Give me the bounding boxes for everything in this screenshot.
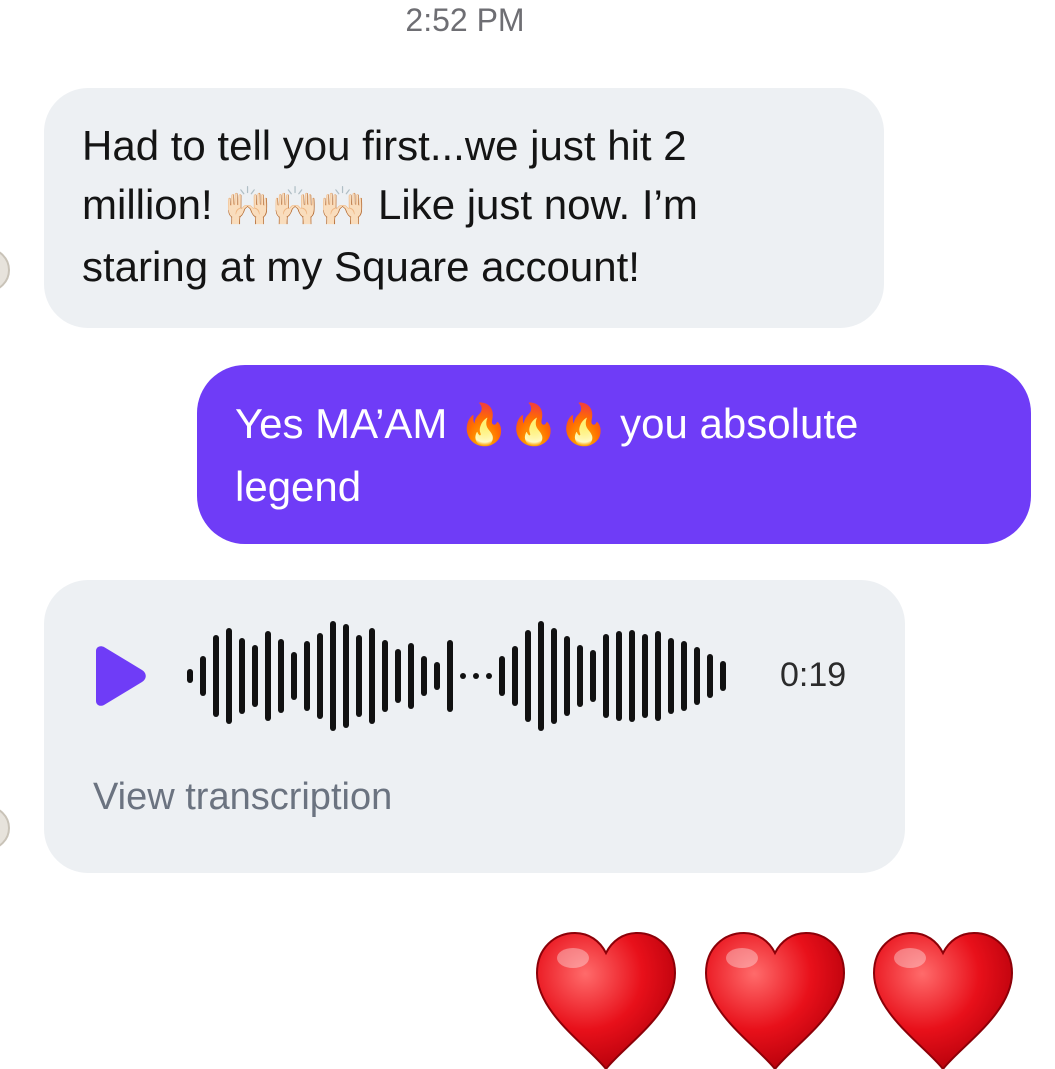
waveform-bar	[330, 621, 336, 731]
waveform-bar	[629, 630, 635, 722]
waveform-bar	[538, 621, 544, 731]
waveform-bar	[408, 643, 414, 709]
waveform-bar	[447, 640, 453, 712]
heart-reactions[interactable]	[533, 928, 1033, 1069]
play-icon[interactable]	[88, 645, 148, 707]
waveform-bar	[655, 631, 661, 721]
waveform-bar	[707, 654, 713, 698]
waveform-bar	[187, 669, 193, 683]
waveform-bar	[681, 641, 687, 711]
waveform-bar	[512, 646, 518, 706]
outgoing-message-bubble[interactable]: Yes MA’AM 🔥🔥🔥 you absolute legend	[197, 365, 1031, 544]
waveform-bar	[720, 661, 726, 691]
raised-hands-emoji: 🙌🏻🙌🏻🙌🏻	[224, 186, 367, 228]
waveform-bar	[551, 628, 557, 724]
waveform-bar	[421, 656, 427, 696]
heart-icon	[872, 931, 1014, 1069]
waveform-bar	[213, 635, 219, 717]
waveform-bar	[356, 635, 362, 717]
heart-icon	[535, 931, 677, 1069]
waveform-bar	[226, 628, 232, 724]
waveform-bar	[642, 634, 648, 718]
waveform-bar	[564, 636, 570, 716]
waveform-bar	[434, 662, 440, 690]
outgoing-message-text-start: Yes MA’AM	[235, 400, 448, 447]
waveform-bar	[278, 639, 284, 713]
waveform-bar	[499, 656, 505, 696]
waveform-bar	[239, 638, 245, 714]
sender-avatar[interactable]	[0, 248, 10, 292]
waveform-bar	[291, 652, 297, 700]
waveform-bar	[395, 649, 401, 703]
message-text-line-2-start: million!	[82, 181, 213, 228]
voice-duration: 0:19	[780, 656, 847, 694]
message-text-line-2-end: Like just now. I’m	[378, 181, 698, 228]
view-transcription-link[interactable]: View transcription	[93, 774, 392, 820]
message-timestamp: 2:52 PM	[405, 2, 525, 38]
voice-waveform[interactable]	[185, 610, 745, 742]
waveform-bar	[200, 656, 206, 696]
waveform-bar	[252, 645, 258, 707]
sender-avatar[interactable]	[0, 806, 10, 850]
waveform-bar	[668, 638, 674, 714]
waveform-bar	[486, 673, 492, 679]
waveform-bar	[460, 673, 466, 679]
waveform-bar	[304, 641, 310, 711]
waveform-bar	[694, 647, 700, 705]
waveform-bar	[382, 640, 388, 712]
waveform-bar	[473, 673, 479, 679]
waveform-bar	[343, 624, 349, 728]
waveform-bar	[525, 630, 531, 722]
waveform-bar	[590, 650, 596, 702]
incoming-message-bubble[interactable]: Had to tell you first...we just hit 2 mi…	[44, 88, 884, 328]
waveform-bar	[616, 631, 622, 721]
waveform-bar	[265, 631, 271, 721]
message-text-line-3: staring at my Square account!	[82, 243, 640, 290]
waveform-bar	[603, 634, 609, 718]
waveform-bar	[577, 645, 583, 707]
heart-icon	[704, 931, 846, 1069]
waveform-bar	[317, 633, 323, 719]
fire-emoji: 🔥🔥🔥	[459, 403, 609, 447]
message-text-line-1: Had to tell you first...we just hit 2	[82, 122, 687, 169]
waveform-bar	[369, 628, 375, 724]
